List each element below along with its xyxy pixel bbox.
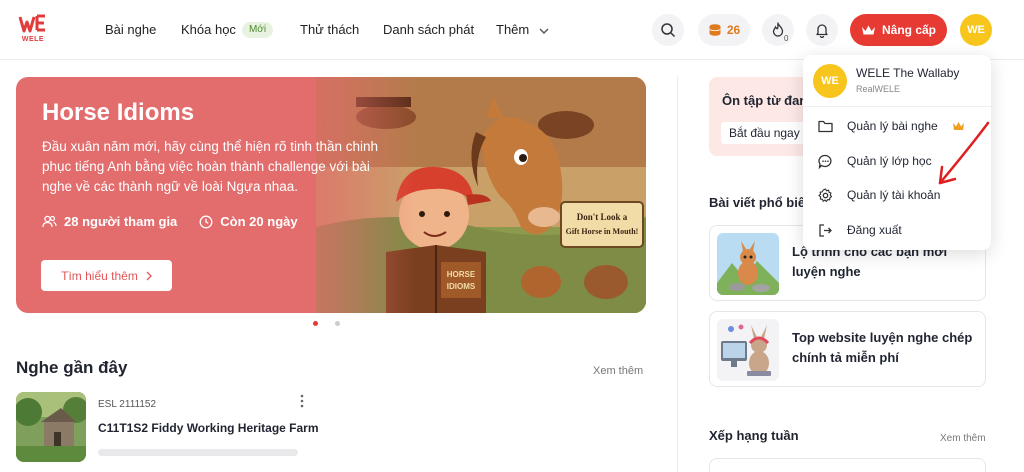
post-card-2[interactable]: Top website luyện nghe chép chính tả miễ… xyxy=(709,311,986,387)
upgrade-button[interactable]: Nâng cấp xyxy=(850,14,947,46)
nav-courses[interactable]: Khóa học Mới xyxy=(181,0,274,60)
recent-item-code: ESL 2111152 xyxy=(98,399,157,410)
annotation-arrow-icon xyxy=(938,121,990,185)
dropdown-user-name: WELE The Wallaby xyxy=(856,66,960,80)
banner-meta: 28 người tham gia Còn 20 ngày xyxy=(42,214,298,229)
carousel-dots xyxy=(313,321,340,326)
svg-text:HORSE: HORSE xyxy=(447,270,476,279)
chevron-down-icon xyxy=(539,28,549,34)
menu-item-manage-lessons-label: Quản lý bài nghe xyxy=(847,119,938,133)
ranking-card xyxy=(709,458,986,472)
learn-more-label: Tìm hiểu thêm xyxy=(61,268,138,283)
recent-item-thumbnail[interactable] xyxy=(16,392,86,462)
recent-see-more-link[interactable]: Xem thêm xyxy=(593,365,643,377)
crown-icon xyxy=(861,25,875,35)
learn-more-button[interactable]: Tìm hiểu thêm xyxy=(41,260,172,291)
vocab-review-title: Ôn tập từ đan xyxy=(722,93,808,108)
carousel-dot-1[interactable] xyxy=(313,321,318,326)
nav-playlists[interactable]: Danh sách phát xyxy=(383,0,474,60)
clock-icon xyxy=(199,215,213,228)
post-thumbnail-1 xyxy=(717,233,779,295)
notifications-button[interactable] xyxy=(806,14,838,46)
remaining-info: Còn 20 ngày xyxy=(199,214,298,229)
carousel-dot-2[interactable] xyxy=(335,321,340,326)
nav-challenges[interactable]: Thử thách xyxy=(300,0,359,60)
logo-icon xyxy=(18,14,45,33)
upgrade-label: Nâng cấp xyxy=(881,23,936,37)
kebab-menu-icon xyxy=(300,394,304,408)
new-badge: Mới xyxy=(241,21,274,38)
chevron-right-icon xyxy=(146,271,152,280)
users-icon xyxy=(42,215,57,228)
logout-icon xyxy=(817,222,833,238)
menu-item-manage-classes-label: Quản lý lớp học xyxy=(847,154,932,168)
kangaroo-computer-image xyxy=(717,319,779,381)
banner-description: Đầu xuân năm mới, hãy cùng thể hiện rõ t… xyxy=(42,139,379,194)
participants-count: 28 người tham gia xyxy=(64,214,178,229)
nav-more-label: Thêm xyxy=(496,22,530,37)
svg-text:IDIOMS: IDIOMS xyxy=(447,282,476,291)
streak-button[interactable] xyxy=(762,14,794,46)
logo-text: WELE xyxy=(21,36,45,43)
farm-house-image xyxy=(16,392,86,462)
nav-more[interactable]: Thêm xyxy=(496,0,549,60)
coin-count: 26 xyxy=(726,23,741,37)
folder-icon xyxy=(817,118,833,134)
menu-item-manage-account[interactable]: Quản lý tài khoản xyxy=(817,185,940,205)
svg-text:Don't Look a: Don't Look a xyxy=(577,212,628,222)
nav-courses-label: Khóa học xyxy=(181,22,236,37)
banner-title: Horse Idioms xyxy=(42,99,195,126)
svg-text:Gift Horse in Mouth!: Gift Horse in Mouth! xyxy=(566,227,639,236)
user-avatar[interactable]: WE xyxy=(960,14,992,46)
bell-icon xyxy=(816,24,828,38)
top-header: WELE Bài nghe Khóa học Mới Thử thách Danh… xyxy=(0,0,1024,60)
recent-item-menu[interactable] xyxy=(300,394,304,413)
menu-item-logout-label: Đăng xuất xyxy=(847,223,902,237)
recent-section-title: Nghe gần đây xyxy=(16,358,128,377)
menu-item-manage-classes[interactable]: Quản lý lớp học xyxy=(817,151,932,171)
nav-listening[interactable]: Bài nghe xyxy=(105,0,156,60)
search-button[interactable] xyxy=(652,14,684,46)
streak-count: 0 xyxy=(784,34,789,43)
recent-item-title[interactable]: C11T1S2 Fiddy Working Heritage Farm xyxy=(98,421,319,435)
menu-item-manage-account-label: Quản lý tài khoản xyxy=(847,188,941,202)
dropdown-username: RealWELE xyxy=(856,84,901,94)
participants-info: 28 người tham gia xyxy=(42,214,177,229)
kangaroo-mountain-image xyxy=(717,233,779,295)
dropdown-avatar: WE xyxy=(813,64,847,98)
dropdown-divider xyxy=(803,106,991,107)
vocab-review-card: Ôn tập từ đan Bắt đầu ngay xyxy=(709,77,831,156)
coin-balance[interactable]: 26 xyxy=(698,14,750,46)
post-title-2: Top website luyện nghe chép chính tả miễ… xyxy=(792,330,973,365)
weekly-ranking-title: Xếp hạng tuần xyxy=(709,428,799,443)
wele-logo[interactable]: WELE xyxy=(18,14,48,46)
ranking-see-more-link[interactable]: Xem thêm xyxy=(940,433,986,444)
challenge-banner[interactable]: Don't Look a Gift Horse in Mouth! HORSE … xyxy=(16,77,646,313)
column-divider xyxy=(677,76,678,472)
recent-item-progress xyxy=(98,449,298,456)
search-icon xyxy=(661,23,676,38)
coin-stack-icon xyxy=(709,24,721,36)
popular-posts-title: Bài viết phổ biế xyxy=(709,195,806,210)
chat-bubble-icon xyxy=(817,153,833,169)
post-thumbnail-2 xyxy=(717,319,779,381)
menu-item-logout[interactable]: Đăng xuất xyxy=(817,220,902,240)
gear-icon xyxy=(817,187,833,203)
remaining-days: Còn 20 ngày xyxy=(220,214,298,229)
